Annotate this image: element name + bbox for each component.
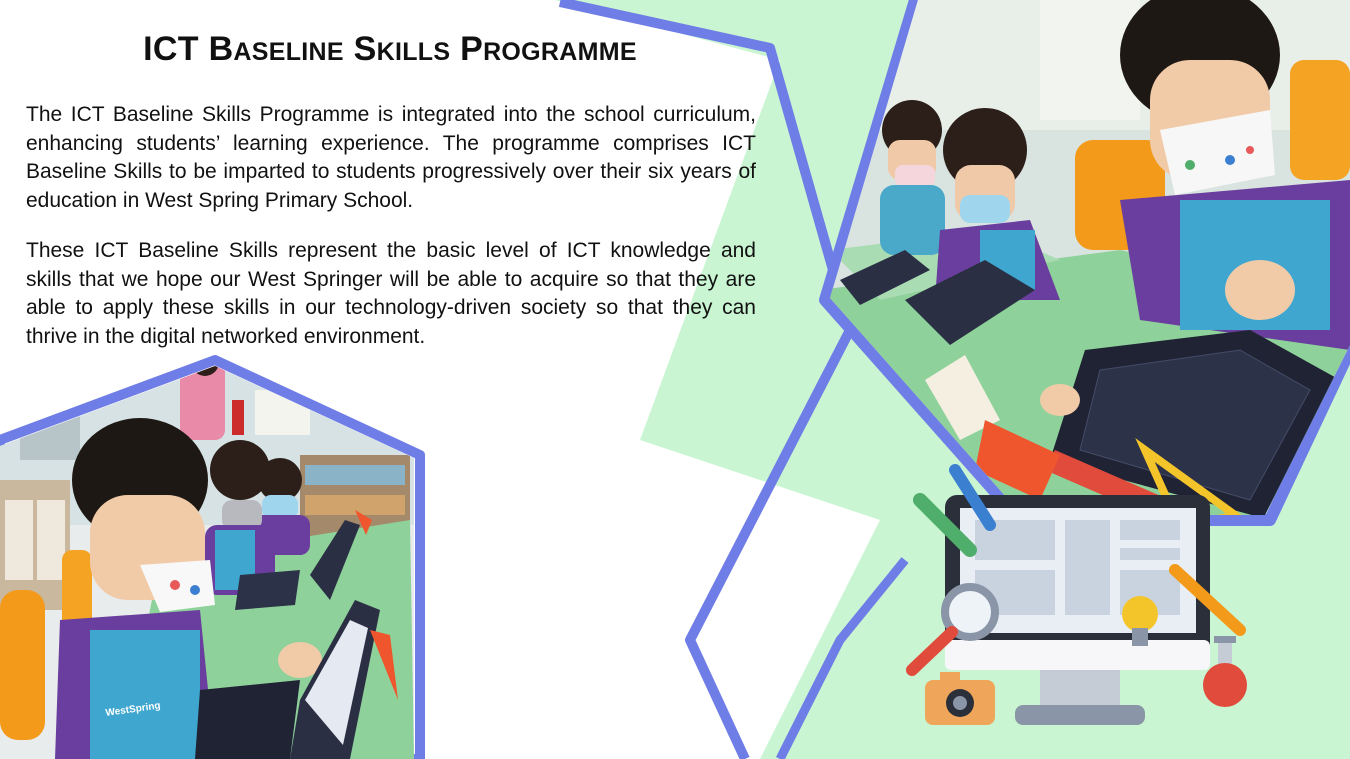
skills-paragraph: These ICT Baseline Skills represent the …: [26, 239, 756, 348]
title-word-3: SKILLS: [353, 30, 451, 68]
page-title: ICT BASELINE SKILLS PROGRAMME: [30, 30, 750, 69]
classroom-photo-left: [0, 355, 425, 759]
title-word-1: ICT: [143, 30, 199, 68]
intro-paragraph: The ICT Baseline Skills Programme is int…: [26, 103, 756, 212]
title-word-2: BASELINE: [208, 30, 344, 68]
title-word-4: PROGRAMME: [460, 30, 637, 68]
